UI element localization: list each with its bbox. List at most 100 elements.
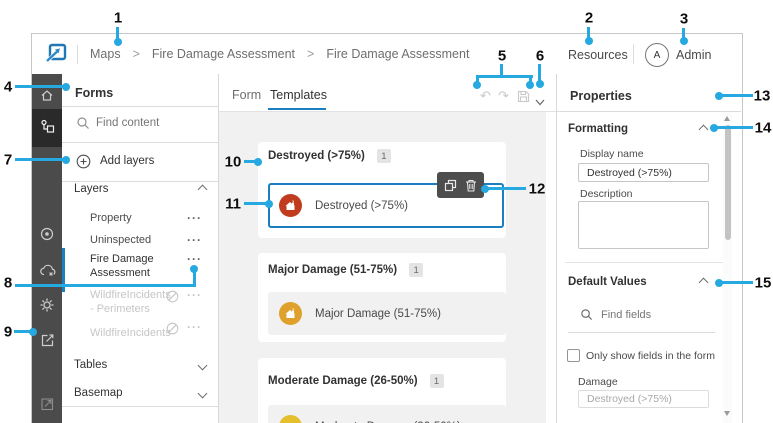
layer-row-uninspected[interactable]: Uninspected ···	[90, 234, 202, 246]
callout-dot	[473, 81, 481, 89]
add-layers-button[interactable]: Add layers	[76, 152, 154, 170]
resources-link[interactable]: Resources	[568, 48, 628, 62]
damage-field-label: Damage	[578, 376, 618, 388]
tab-form[interactable]: Form	[232, 88, 261, 102]
active-tab-underline	[268, 108, 326, 110]
default-values-section-header[interactable]: Default Values	[568, 275, 709, 289]
callout-dot	[481, 185, 489, 193]
template-item-major[interactable]: Major Damage (51-75%)	[268, 292, 506, 335]
breadcrumb-form-name: Fire Damage Assessment	[326, 47, 470, 61]
overflow-menu-icon[interactable]: ···	[187, 212, 202, 224]
callout-number: 15	[754, 274, 772, 292]
breadcrumb-separator-icon: >	[132, 47, 140, 61]
search-icon	[580, 308, 593, 326]
search-icon	[76, 116, 90, 135]
tab-templates[interactable]: Templates	[270, 88, 327, 102]
display-name-input[interactable]	[578, 163, 709, 182]
callout-dot	[715, 92, 723, 100]
callout-dot	[29, 328, 37, 336]
formatting-section-header[interactable]: Formatting	[568, 122, 709, 136]
breadcrumb: Maps > Fire Damage Assessment > Fire Dam…	[90, 34, 469, 74]
screenshot-canvas: Maps > Fire Damage Assessment > Fire Dam…	[0, 0, 773, 423]
cloud-offline-icon	[39, 262, 56, 283]
sidebar-item-geofences[interactable]	[32, 221, 62, 251]
callout-number: 6	[535, 47, 545, 65]
breadcrumb-map-name[interactable]: Fire Damage Assessment	[152, 47, 295, 61]
chevron-down-icon	[197, 360, 208, 370]
save-button[interactable]	[517, 90, 530, 108]
save-menu-chevron-button[interactable]	[535, 93, 545, 111]
basemap-section-label: Basemap	[74, 387, 123, 399]
template-item-label: Major Damage (51-75%)	[315, 307, 441, 320]
redo-button[interactable]: ↷	[498, 88, 509, 104]
plus-circle-icon	[76, 154, 91, 169]
layers-section-header[interactable]: Layers	[74, 182, 208, 196]
not-allowed-icon	[166, 290, 179, 308]
overflow-menu-icon[interactable]: ···	[187, 253, 202, 265]
arcgis-logo[interactable]	[43, 43, 67, 65]
sidebar-item-offline[interactable]	[32, 257, 62, 287]
avatar-initial: A	[653, 49, 661, 61]
breadcrumb-maps[interactable]: Maps	[90, 47, 121, 61]
delete-button[interactable]	[465, 179, 477, 192]
template-count-badge: 1	[376, 149, 391, 163]
layer-name: Uninspected	[90, 234, 152, 246]
properties-scrollbar[interactable]	[723, 112, 732, 423]
overflow-menu-icon[interactable]: ···	[187, 289, 202, 301]
layer-row-fire-damage-assessment[interactable]: Fire Damage Assessment ···	[90, 253, 202, 280]
geofence-icon	[39, 226, 55, 247]
callout-number: 7	[3, 151, 13, 169]
overflow-menu-icon[interactable]: ···	[187, 234, 202, 246]
destroyed-symbol-icon	[279, 194, 302, 217]
callout-number: 12	[528, 180, 546, 198]
username[interactable]: Admin	[676, 48, 711, 62]
layer-row-wildfire-incidents[interactable]: WildfireIncidents ···	[90, 321, 202, 341]
damage-field-value[interactable]	[578, 390, 709, 408]
layers-section-label: Layers	[74, 183, 109, 195]
basemap-section-header[interactable]: Basemap	[74, 386, 208, 400]
callout-dot	[62, 156, 70, 164]
callout-number: 11	[225, 195, 241, 213]
callout-dot	[265, 200, 273, 208]
tables-section-header[interactable]: Tables	[74, 358, 208, 372]
only-show-fields-label: Only show fields in the form	[586, 350, 715, 362]
layer-name: Property	[90, 212, 132, 224]
find-content-input[interactable]	[94, 116, 208, 130]
scroll-down-arrow[interactable]	[724, 411, 730, 416]
gear-icon	[39, 297, 55, 318]
duplicate-button[interactable]	[444, 179, 457, 192]
overflow-menu-icon[interactable]: ···	[187, 321, 202, 333]
layer-row-property[interactable]: Property ···	[90, 212, 202, 224]
templates-content: Destroyed (>75%) 1 Destroyed (>75%) Majo…	[219, 112, 546, 423]
template-group-title: Destroyed (>75%)	[268, 150, 365, 162]
callout-dot	[254, 158, 262, 166]
callout-number: 2	[584, 9, 594, 27]
template-count-badge: 1	[429, 374, 444, 388]
callout-number: 9	[3, 323, 13, 341]
layer-name: WildfireIncidents - Perimeters	[90, 289, 171, 315]
undo-button[interactable]: ↶	[480, 88, 491, 104]
description-textarea[interactable]	[578, 201, 709, 249]
callout-number: 8	[3, 274, 13, 292]
callout-dot	[62, 83, 70, 91]
sidebar-item-settings[interactable]	[32, 292, 62, 322]
only-show-fields-checkbox[interactable]	[567, 349, 580, 362]
callout-number: 13	[753, 87, 771, 105]
sidebar-item-launch[interactable]	[32, 391, 62, 421]
callout-dot	[114, 38, 122, 46]
display-name-label: Display name	[580, 148, 644, 160]
share-icon	[39, 332, 55, 353]
tables-section-label: Tables	[74, 359, 108, 371]
template-item-moderate[interactable]: Moderate Damage (26-50%)	[268, 405, 506, 423]
callout-dot	[715, 279, 723, 287]
layer-row-wildfire-perimeters[interactable]: WildfireIncidents - Perimeters ···	[90, 289, 202, 316]
avatar[interactable]: A	[645, 43, 669, 67]
scrollbar-thumb[interactable]	[724, 125, 731, 240]
properties-panel-title: Properties	[570, 89, 632, 103]
scroll-up-arrow[interactable]	[724, 116, 730, 121]
sidebar-item-forms[interactable]	[32, 109, 62, 147]
callout-line	[193, 271, 196, 285]
callout-line	[244, 202, 267, 205]
find-fields-input[interactable]	[599, 308, 703, 322]
not-allowed-icon	[166, 322, 179, 340]
